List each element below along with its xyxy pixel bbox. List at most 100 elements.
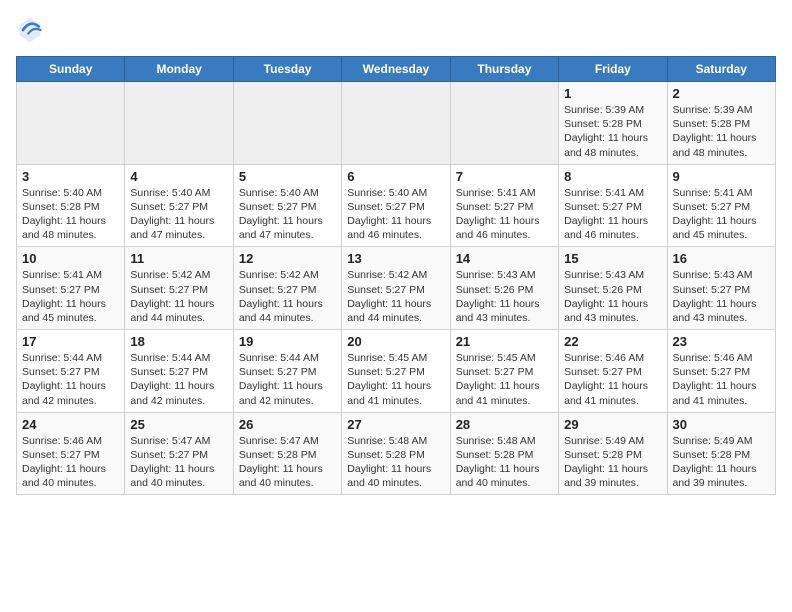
day-info: Sunrise: 5:39 AM Sunset: 5:28 PM Dayligh… xyxy=(564,103,661,160)
calendar-cell: 11 Sunrise: 5:42 AM Sunset: 5:27 PM Dayli… xyxy=(125,247,233,330)
weekday-header-wednesday: Wednesday xyxy=(342,57,450,82)
day-info: Sunrise: 5:48 AM Sunset: 5:28 PM Dayligh… xyxy=(347,434,444,491)
day-number: 7 xyxy=(456,169,553,184)
day-info: Sunrise: 5:40 AM Sunset: 5:27 PM Dayligh… xyxy=(347,186,444,243)
day-number: 14 xyxy=(456,251,553,266)
calendar-cell: 13Sunrise: 5:42 AM Sunset: 5:27 PM Dayli… xyxy=(342,247,450,330)
day-number: 2 xyxy=(673,86,770,101)
logo xyxy=(16,16,48,44)
calendar-cell: 4Sunrise: 5:40 AM Sunset: 5:27 PM Daylig… xyxy=(125,164,233,247)
calendar-cell: 26 Sunrise: 5:47 AM Sunset: 5:28 PM Dayli… xyxy=(233,412,341,495)
calendar-cell xyxy=(125,82,233,165)
calendar-cell: 6Sunrise: 5:40 AM Sunset: 5:27 PM Daylig… xyxy=(342,164,450,247)
day-info: Sunrise: 5:47 AM Sunset: 5:27 PM Dayligh… xyxy=(130,434,227,491)
day-number: 17 xyxy=(22,334,119,349)
day-number: 9 xyxy=(673,169,770,184)
calendar-cell: 24 Sunrise: 5:46 AM Sunset: 5:27 PM Dayli… xyxy=(17,412,125,495)
day-number: 4 xyxy=(130,169,227,184)
calendar-table: SundayMondayTuesdayWednesdayThursdayFrid… xyxy=(16,56,776,495)
calendar-week-5: 24 Sunrise: 5:46 AM Sunset: 5:27 PM Dayli… xyxy=(17,412,776,495)
day-info: Sunrise: 5:48 AM Sunset: 5:28 PM Dayligh… xyxy=(456,434,553,491)
day-info: Sunrise: 5:44 AM Sunset: 5:27 PM Dayligh… xyxy=(239,351,336,408)
calendar-week-1: 1 Sunrise: 5:39 AM Sunset: 5:28 PM Daylig… xyxy=(17,82,776,165)
day-info: Sunrise: 5:47 AM Sunset: 5:28 PM Dayligh… xyxy=(239,434,336,491)
day-number: 12 xyxy=(239,251,336,266)
weekday-header-monday: Monday xyxy=(125,57,233,82)
calendar-week-2: 3 Sunrise: 5:40 AM Sunset: 5:28 PM Daylig… xyxy=(17,164,776,247)
calendar-cell: 30 Sunrise: 5:49 AM Sunset: 5:28 PM Dayli… xyxy=(667,412,775,495)
day-info: Sunrise: 5:40 AM Sunset: 5:27 PM Dayligh… xyxy=(239,186,336,243)
calendar-cell: 3 Sunrise: 5:40 AM Sunset: 5:28 PM Daylig… xyxy=(17,164,125,247)
day-info: Sunrise: 5:39 AM Sunset: 5:28 PM Dayligh… xyxy=(673,103,770,160)
day-info: Sunrise: 5:43 AM Sunset: 5:27 PM Dayligh… xyxy=(673,268,770,325)
weekday-header-sunday: Sunday xyxy=(17,57,125,82)
day-info: Sunrise: 5:42 AM Sunset: 5:27 PM Dayligh… xyxy=(347,268,444,325)
calendar-cell: 27 Sunrise: 5:48 AM Sunset: 5:28 PM Dayli… xyxy=(342,412,450,495)
weekday-header-saturday: Saturday xyxy=(667,57,775,82)
day-info: Sunrise: 5:46 AM Sunset: 5:27 PM Dayligh… xyxy=(564,351,661,408)
day-info: Sunrise: 5:41 AM Sunset: 5:27 PM Dayligh… xyxy=(456,186,553,243)
day-number: 5 xyxy=(239,169,336,184)
day-info: Sunrise: 5:46 AM Sunset: 5:27 PM Dayligh… xyxy=(22,434,119,491)
calendar-cell: 21 Sunrise: 5:45 AM Sunset: 5:27 PM Dayli… xyxy=(450,330,558,413)
calendar-cell: 25 Sunrise: 5:47 AM Sunset: 5:27 PM Dayli… xyxy=(125,412,233,495)
calendar-cell: 22Sunrise: 5:46 AM Sunset: 5:27 PM Dayli… xyxy=(559,330,667,413)
day-info: Sunrise: 5:49 AM Sunset: 5:28 PM Dayligh… xyxy=(564,434,661,491)
calendar-cell: 28Sunrise: 5:48 AM Sunset: 5:28 PM Dayli… xyxy=(450,412,558,495)
calendar-cell: 14 Sunrise: 5:43 AM Sunset: 5:26 PM Dayli… xyxy=(450,247,558,330)
day-info: Sunrise: 5:43 AM Sunset: 5:26 PM Dayligh… xyxy=(564,268,661,325)
calendar-cell: 15 Sunrise: 5:43 AM Sunset: 5:26 PM Dayli… xyxy=(559,247,667,330)
day-info: Sunrise: 5:46 AM Sunset: 5:27 PM Dayligh… xyxy=(673,351,770,408)
calendar-cell: 12 Sunrise: 5:42 AM Sunset: 5:27 PM Dayli… xyxy=(233,247,341,330)
day-number: 27 xyxy=(347,417,444,432)
day-info: Sunrise: 5:41 AM Sunset: 5:27 PM Dayligh… xyxy=(22,268,119,325)
day-number: 15 xyxy=(564,251,661,266)
calendar-cell: 9 Sunrise: 5:41 AM Sunset: 5:27 PM Daylig… xyxy=(667,164,775,247)
day-number: 19 xyxy=(239,334,336,349)
page-header xyxy=(16,16,776,44)
calendar-cell xyxy=(233,82,341,165)
day-number: 8 xyxy=(564,169,661,184)
day-number: 25 xyxy=(130,417,227,432)
calendar-cell: 23 Sunrise: 5:46 AM Sunset: 5:27 PM Dayli… xyxy=(667,330,775,413)
day-number: 30 xyxy=(673,417,770,432)
day-number: 20 xyxy=(347,334,444,349)
calendar-header: SundayMondayTuesdayWednesdayThursdayFrid… xyxy=(17,57,776,82)
day-number: 26 xyxy=(239,417,336,432)
calendar-cell: 10Sunrise: 5:41 AM Sunset: 5:27 PM Dayli… xyxy=(17,247,125,330)
calendar-week-4: 17 Sunrise: 5:44 AM Sunset: 5:27 PM Dayli… xyxy=(17,330,776,413)
calendar-cell: 20Sunrise: 5:45 AM Sunset: 5:27 PM Dayli… xyxy=(342,330,450,413)
calendar-cell: 18Sunrise: 5:44 AM Sunset: 5:27 PM Dayli… xyxy=(125,330,233,413)
day-info: Sunrise: 5:41 AM Sunset: 5:27 PM Dayligh… xyxy=(564,186,661,243)
day-number: 29 xyxy=(564,417,661,432)
day-info: Sunrise: 5:49 AM Sunset: 5:28 PM Dayligh… xyxy=(673,434,770,491)
calendar-cell xyxy=(342,82,450,165)
calendar-cell: 7 Sunrise: 5:41 AM Sunset: 5:27 PM Daylig… xyxy=(450,164,558,247)
day-info: Sunrise: 5:42 AM Sunset: 5:27 PM Dayligh… xyxy=(239,268,336,325)
day-number: 23 xyxy=(673,334,770,349)
day-number: 21 xyxy=(456,334,553,349)
weekday-header-tuesday: Tuesday xyxy=(233,57,341,82)
day-info: Sunrise: 5:40 AM Sunset: 5:28 PM Dayligh… xyxy=(22,186,119,243)
day-info: Sunrise: 5:42 AM Sunset: 5:27 PM Dayligh… xyxy=(130,268,227,325)
calendar-cell: 2 Sunrise: 5:39 AM Sunset: 5:28 PM Daylig… xyxy=(667,82,775,165)
weekday-header-row: SundayMondayTuesdayWednesdayThursdayFrid… xyxy=(17,57,776,82)
calendar-cell: 8 Sunrise: 5:41 AM Sunset: 5:27 PM Daylig… xyxy=(559,164,667,247)
day-number: 11 xyxy=(130,251,227,266)
day-info: Sunrise: 5:41 AM Sunset: 5:27 PM Dayligh… xyxy=(673,186,770,243)
calendar-cell xyxy=(17,82,125,165)
day-number: 24 xyxy=(22,417,119,432)
logo-icon xyxy=(16,16,44,44)
calendar-cell xyxy=(450,82,558,165)
calendar-week-3: 10Sunrise: 5:41 AM Sunset: 5:27 PM Dayli… xyxy=(17,247,776,330)
day-info: Sunrise: 5:43 AM Sunset: 5:26 PM Dayligh… xyxy=(456,268,553,325)
day-number: 3 xyxy=(22,169,119,184)
weekday-header-friday: Friday xyxy=(559,57,667,82)
calendar-cell: 17Sunrise: 5:44 AM Sunset: 5:27 PM Dayli… xyxy=(17,330,125,413)
calendar-cell: 16Sunrise: 5:43 AM Sunset: 5:27 PM Dayli… xyxy=(667,247,775,330)
calendar-cell: 1 Sunrise: 5:39 AM Sunset: 5:28 PM Daylig… xyxy=(559,82,667,165)
day-number: 1 xyxy=(564,86,661,101)
calendar-body: 1 Sunrise: 5:39 AM Sunset: 5:28 PM Daylig… xyxy=(17,82,776,495)
weekday-header-thursday: Thursday xyxy=(450,57,558,82)
day-info: Sunrise: 5:45 AM Sunset: 5:27 PM Dayligh… xyxy=(456,351,553,408)
